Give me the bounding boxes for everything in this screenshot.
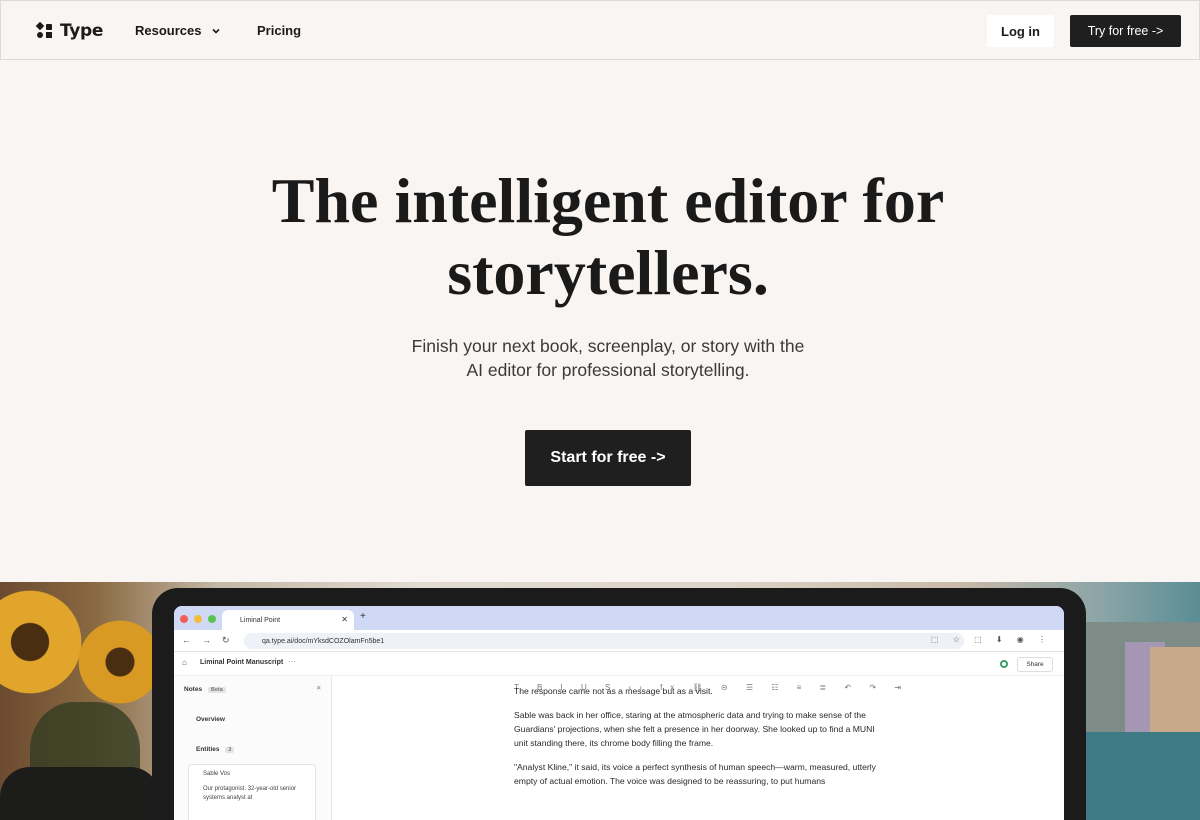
editor-paragraph: Sable was back in her office, staring at… xyxy=(514,710,875,748)
browser-tab-title: Liminal Point xyxy=(240,616,281,624)
notes-label: Notes xyxy=(184,686,203,693)
status-dot-icon xyxy=(1000,660,1008,668)
entities-label: Entities xyxy=(196,746,220,753)
login-button[interactable]: Log in xyxy=(987,15,1054,47)
entity-desc: Our protagonist. 32-year-old senior syst… xyxy=(203,786,297,801)
notes-sidebar: Notes Beta ✕ Overview Entities 3 Sable V… xyxy=(174,676,332,820)
entities-item: Entities 3 xyxy=(196,746,235,753)
try-for-free-button[interactable]: Try for free -> xyxy=(1070,15,1181,47)
share-button: Share xyxy=(1017,657,1053,672)
overview-item: Overview xyxy=(196,716,225,723)
plus-icon: + xyxy=(360,611,366,622)
close-icon: ✕ xyxy=(341,615,348,624)
url-field: qa.type.ai/doc/mYksdCOZOlamFn5be1 xyxy=(244,633,964,649)
entities-count: 3 xyxy=(225,747,235,753)
nav-resources[interactable]: Resources xyxy=(135,23,221,38)
browser-tab: Liminal Point ✕ xyxy=(222,610,354,630)
app-screenshot: Liminal Point ✕ + ← → ↻ qa.type.ai/doc/m… xyxy=(174,606,1064,820)
beta-badge: Beta xyxy=(207,687,226,693)
editor-paragraph: The response came not as a message but a… xyxy=(514,686,713,696)
browser-extension-icons: ⬚ ☆ ⬚ ⬇ ◉ ⋮ xyxy=(930,635,1052,644)
close-icon: ✕ xyxy=(316,685,322,692)
vase-decoration xyxy=(0,767,160,820)
editor-paragraph: "Analyst Kline," it said, its voice a pe… xyxy=(514,762,876,786)
background-decoration xyxy=(1085,732,1200,820)
start-for-free-button[interactable]: Start for free -> xyxy=(525,430,691,486)
logo-icon xyxy=(36,22,52,38)
top-nav: Type Resources Pricing Log in Try for fr… xyxy=(0,0,1200,60)
hero-title: The intelligent editor for storytellers. xyxy=(200,165,1016,309)
hero-subtitle: Finish your next book, screenplay, or st… xyxy=(370,334,846,382)
hero-title-line1: The intelligent editor for xyxy=(271,165,945,236)
hero-subtitle-line2: AI editor for professional storytelling. xyxy=(466,360,750,380)
entity-name: Sable Vos xyxy=(203,771,231,777)
browser-addressbar: ← → ↻ qa.type.ai/doc/mYksdCOZOlamFn5be1 … xyxy=(174,630,1064,652)
reload-icon: ↻ xyxy=(222,635,230,645)
doc-title: Liminal Point Manuscript xyxy=(200,659,284,666)
close-dot-icon xyxy=(180,615,188,623)
minimize-dot-icon xyxy=(194,615,202,623)
nav-resources-label: Resources xyxy=(135,23,202,38)
nav-pricing[interactable]: Pricing xyxy=(257,23,301,38)
forward-arrow-icon: → xyxy=(202,635,211,645)
entity-card: Sable Vos Our protagonist. 32-year-old s… xyxy=(188,764,316,820)
hero-title-line2: storytellers. xyxy=(447,237,769,308)
logo[interactable]: Type xyxy=(36,21,103,41)
browser-tabbar: Liminal Point ✕ + xyxy=(174,606,1064,630)
hero-subtitle-line1: Finish your next book, screenplay, or st… xyxy=(411,336,805,356)
back-arrow-icon: ← xyxy=(182,635,191,645)
maximize-dot-icon xyxy=(208,615,216,623)
logo-text: Type xyxy=(60,21,104,41)
home-icon: ⌂ xyxy=(182,658,187,667)
hero-photo: Liminal Point ✕ + ← → ↻ qa.type.ai/doc/m… xyxy=(0,582,1200,820)
editor-body: The response came not as a message but a… xyxy=(514,686,884,798)
doc-header: ⌂ Liminal Point Manuscript ··· Share xyxy=(174,652,1064,676)
chevron-down-icon xyxy=(212,28,221,34)
more-icon: ··· xyxy=(288,657,296,666)
notes-heading: Notes Beta xyxy=(184,686,226,693)
